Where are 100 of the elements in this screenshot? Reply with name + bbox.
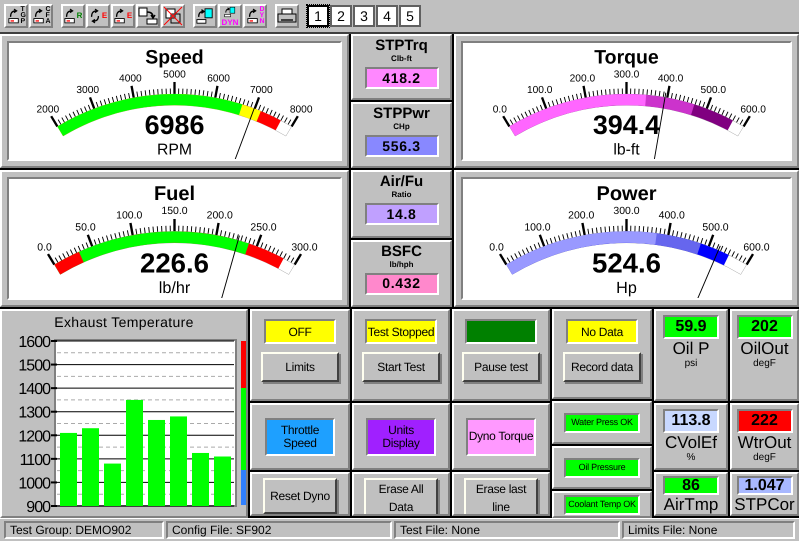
toolbar-button[interactable]	[193, 4, 217, 28]
scale-label: 300.0	[291, 242, 318, 254]
axis-label: 1400	[18, 381, 50, 398]
readout-unit: %	[686, 452, 696, 464]
scale-label: 3000	[76, 85, 100, 96]
readout-unit: degF	[753, 452, 776, 464]
readout-value: 1.047	[736, 476, 792, 495]
box-arrow-icon	[138, 7, 158, 25]
gauge-unit: lb/hr	[158, 279, 190, 298]
mode-button[interactable]: Units Display	[366, 418, 436, 456]
axis-label: 1000	[18, 475, 50, 492]
scale-label: 100.0	[524, 222, 551, 234]
document-arrow-icon	[224, 6, 236, 17]
gauge-unit: Hp	[616, 279, 637, 298]
action-button[interactable]: Record data	[563, 352, 641, 382]
readout-name: AirTmp	[664, 495, 718, 514]
axis-label: 1500	[18, 358, 50, 375]
status-light: Coolant Temp OK	[564, 494, 640, 514]
scale-label: 0.0	[37, 242, 52, 254]
scale-label: 4000	[119, 73, 142, 84]
readout-name: CVolEf	[665, 433, 717, 452]
gauge-unit: RPM	[156, 141, 192, 158]
readout-name: STPCor	[734, 495, 795, 514]
action-button[interactable]: Erase All Data	[364, 478, 438, 514]
status-light: Water Press OK	[564, 412, 640, 432]
page-button[interactable]: 1	[307, 5, 329, 27]
scale-label: 0.0	[492, 104, 507, 116]
tool-letters: R	[76, 12, 82, 20]
page-button[interactable]: 4	[376, 5, 398, 27]
readout-value: 86	[663, 476, 719, 495]
scale-label: 600.0	[740, 104, 766, 116]
scale-label: 400.0	[658, 73, 684, 84]
axis-label: 1600	[18, 334, 50, 351]
scale-label: 500.0	[700, 85, 726, 96]
gauge-unit: lb-ft	[613, 141, 640, 158]
scale-label: 6000	[207, 73, 230, 84]
readout-value: 113.8	[663, 409, 719, 433]
action-button[interactable]: Start Test	[362, 352, 440, 382]
mode-button[interactable]: Throttle Speed	[265, 418, 335, 456]
tool-letters: E	[102, 12, 108, 20]
axis-label: 1100	[20, 452, 50, 469]
readout-value: 59.9	[663, 315, 719, 339]
arrow-tray-icon	[8, 8, 18, 24]
toolbar-button[interactable]	[275, 4, 299, 28]
status-indicator: No Data	[566, 319, 638, 344]
toolbar-button[interactable]	[136, 4, 160, 28]
readout-unit: degF	[753, 358, 776, 370]
action-button[interactable]: Limits	[261, 352, 339, 382]
arrow-tray-icon	[114, 8, 125, 24]
readout-title: BSFC	[381, 242, 422, 260]
action-button[interactable]: Pause test	[462, 352, 540, 382]
readout-unit: psi	[684, 358, 698, 370]
scale-label: 50.0	[75, 222, 96, 234]
gauge-value: 524.6	[592, 247, 662, 278]
axis-label: 900	[26, 499, 50, 516]
scale-label: 200.0	[568, 210, 594, 222]
arrow-tray-icon	[64, 8, 74, 24]
readout-unit: lb/hph	[390, 260, 414, 270]
axis-label: 1200	[18, 428, 50, 446]
tool-letters: E	[126, 12, 132, 20]
action-button[interactable]: Erase last line	[464, 478, 538, 514]
readout-title: STPPwr	[373, 105, 430, 122]
gauge-value: 226.6	[140, 247, 210, 278]
scale-label: 2000	[36, 104, 60, 116]
scale-label: 7000	[250, 85, 273, 96]
scale-label: 600.0	[743, 242, 770, 254]
page-button[interactable]: 3	[353, 5, 375, 27]
axis-label: 1300	[18, 404, 50, 422]
readout-value: 222	[736, 409, 792, 433]
document-arrow-icon	[196, 8, 213, 24]
mode-button[interactable]: Dyno Torque	[466, 418, 536, 456]
toolbar-button[interactable]	[161, 4, 185, 28]
tool-letters: DYN	[222, 18, 238, 26]
scale-label: 500.0	[702, 222, 729, 234]
readout-title: Air/Fu	[380, 173, 424, 190]
scale-label: 100.0	[116, 210, 142, 222]
page-button[interactable]: 5	[399, 5, 421, 27]
readout-name: WtrOut	[738, 433, 792, 452]
status-pane: Test File: None	[394, 521, 620, 539]
scale-label: 5000	[163, 69, 186, 80]
gauge-title: Torque	[594, 46, 659, 68]
readout-title: STPTrq	[375, 37, 428, 54]
readout-value: 418.2	[364, 67, 438, 89]
readout-value: 556.3	[364, 135, 438, 157]
status-pane: Limits File: None	[622, 521, 795, 539]
action-button[interactable]: Reset Dyno	[263, 478, 337, 514]
gauge-value: 6986	[144, 110, 204, 140]
gauge-title: Fuel	[154, 182, 196, 205]
scale-label: 300.0	[613, 206, 640, 218]
status-light: Oil Pressure	[564, 458, 640, 478]
readout-value: 0.432	[364, 272, 438, 294]
page-button[interactable]: 2	[330, 5, 352, 27]
scale-label: 400.0	[658, 210, 685, 222]
printer-icon	[277, 8, 297, 24]
chart-title: Exhaust Temperature	[53, 313, 195, 332]
scale-label: 250.0	[250, 222, 277, 234]
scale-label: 8000	[290, 104, 312, 116]
readout-unit: Clb-ft	[391, 54, 412, 64]
readout-value: 14.8	[364, 203, 438, 225]
readout-unit: Ratio	[392, 190, 412, 200]
